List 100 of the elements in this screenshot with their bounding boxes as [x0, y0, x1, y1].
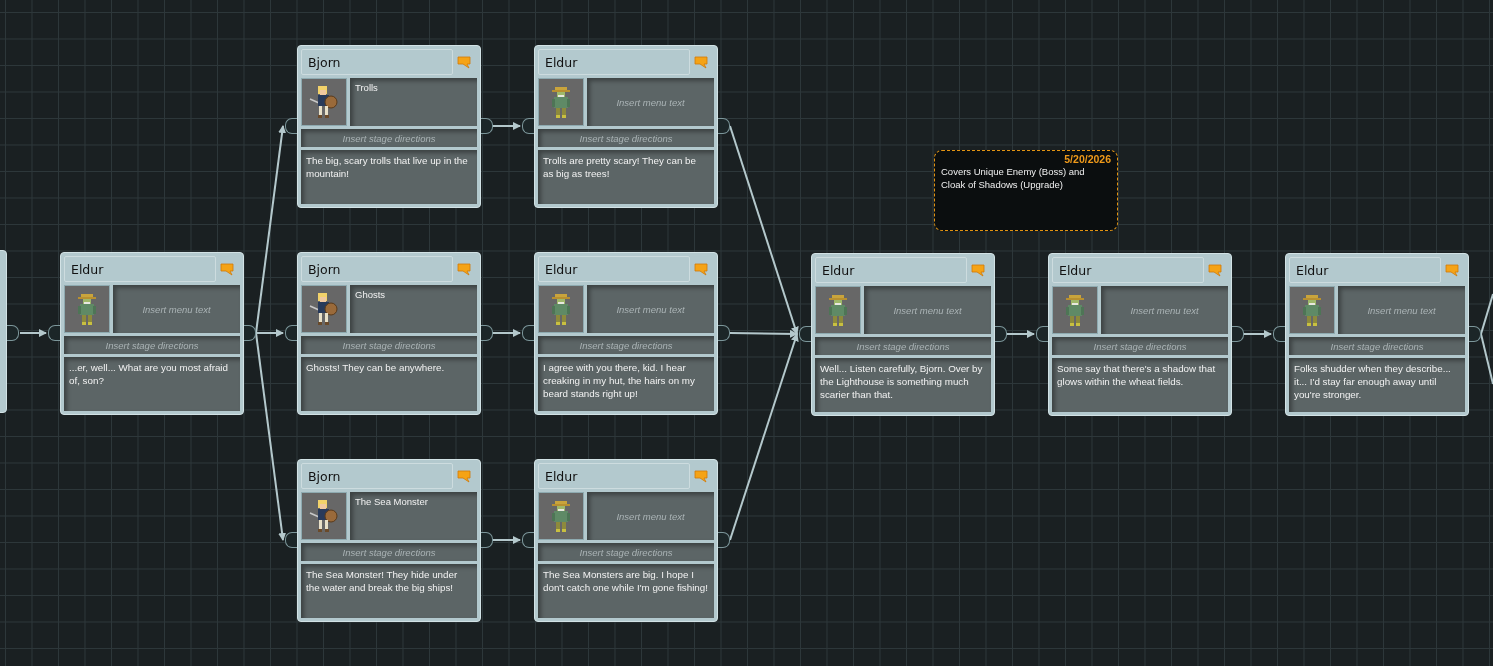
dialogue-text-field[interactable]: Ghosts! They can be anywhere. — [301, 357, 477, 411]
warrior-drawing — [308, 498, 340, 534]
dialogue-node[interactable]: Bjorn Trolls Insert stage directions The big, scary trolls that live up in the mountain! — [297, 45, 481, 208]
menu-text-field[interactable]: Insert menu text — [113, 285, 240, 333]
portrait-tile[interactable] — [64, 285, 110, 333]
portrait-tile[interactable] — [301, 285, 347, 333]
dialogue-node[interactable]: Eldur Insert menu text Insert stage directions The Sea Monsters are big. I hope I don't catch one while I'm gone fishing! — [534, 459, 718, 622]
speaker-field[interactable]: Eldur — [538, 49, 690, 75]
stage-directions-field[interactable]: Insert stage directions — [301, 336, 477, 354]
connector-arrow — [1006, 330, 1035, 338]
input-port[interactable] — [799, 326, 811, 342]
connector-arrow — [492, 329, 521, 337]
dialogue-text-field[interactable]: Well... Listen carefully, Bjorn. Over by the Lighthouse is something much scarier than that. — [815, 358, 991, 412]
output-port[interactable] — [995, 326, 1007, 342]
note-text: Covers Unique Enemy (Boss) and Cloak of Shadows (Upgrade) — [941, 165, 1086, 191]
menu-text-field[interactable]: Insert menu text — [864, 286, 991, 334]
stage-directions-field[interactable]: Insert stage directions — [538, 129, 714, 147]
output-port[interactable] — [718, 118, 730, 134]
stage-directions-field[interactable]: Insert stage directions — [301, 543, 477, 561]
connector-arrow — [492, 536, 521, 544]
menu-text-field[interactable]: Insert menu text — [587, 78, 714, 126]
dialogue-node[interactable]: Eldur Insert menu text Insert stage directions ...er, well... What are you most afraid of, son? — [60, 252, 244, 415]
input-port[interactable] — [522, 532, 534, 548]
portrait-tile[interactable] — [1052, 286, 1098, 334]
output-port[interactable] — [481, 325, 493, 341]
warrior-drawing — [308, 84, 340, 120]
menu-text-field[interactable]: Ghosts — [350, 285, 477, 333]
dialogue-node[interactable]: Bjorn The Sea Monster Insert stage directions The Sea Monster! They hide under the water and break the big ships! — [297, 459, 481, 622]
portrait-tile[interactable] — [301, 492, 347, 540]
menu-text-field[interactable]: Insert menu text — [587, 492, 714, 540]
input-port[interactable] — [522, 325, 534, 341]
old-man-drawing — [76, 292, 98, 326]
output-port[interactable] — [481, 118, 493, 134]
input-port[interactable] — [285, 325, 297, 341]
old-man-drawing — [827, 293, 849, 327]
portrait-tile[interactable] — [538, 78, 584, 126]
speaker-field[interactable]: Eldur — [815, 257, 967, 283]
output-port[interactable] — [7, 325, 19, 341]
speaker-field[interactable]: Eldur — [1052, 257, 1204, 283]
speaker-field[interactable]: Bjorn — [301, 49, 453, 75]
connector-arrow — [19, 329, 47, 337]
output-port[interactable] — [481, 532, 493, 548]
input-port[interactable] — [48, 325, 60, 341]
input-port[interactable] — [1273, 326, 1285, 342]
dialogue-node[interactable]: Eldur Insert menu text Insert stage directions I agree with you there, kid. I hear creaking in my hut, the hairs on my beard stands right up! — [534, 252, 718, 415]
connector-arrow — [492, 122, 521, 130]
old-man-drawing — [550, 499, 572, 533]
speaker-field[interactable]: Eldur — [538, 463, 690, 489]
output-port[interactable] — [1469, 326, 1481, 342]
input-port[interactable] — [285, 532, 297, 548]
old-man-drawing — [550, 292, 572, 326]
dialogue-node[interactable]: Eldur Insert menu text Insert stage directions Well... Listen carefully, Bjorn. Over by the Lighthouse is something much scarier than that. — [811, 253, 995, 416]
stage-directions-field[interactable]: Insert stage directions — [538, 336, 714, 354]
portrait-tile[interactable] — [815, 286, 861, 334]
portrait-tile[interactable] — [301, 78, 347, 126]
dialogue-text-field[interactable]: Folks shudder when they describe... it... I'd stay far enough away until you're stronger. — [1289, 358, 1465, 412]
stage-directions-field[interactable]: Insert stage directions — [1289, 337, 1465, 355]
dialogue-text-field[interactable]: Some say that there's a shadow that glows within the wheat fields. — [1052, 358, 1228, 412]
menu-text-field[interactable]: The Sea Monster — [350, 492, 477, 540]
dialogue-text-field[interactable]: The Sea Monster! They hide under the water and break the big ships! — [301, 564, 477, 618]
menu-text-field[interactable]: Insert menu text — [1101, 286, 1228, 334]
dialogue-text-field[interactable]: I agree with you there, kid. I hear creaking in my hut, the hairs on my beard stands right up! — [538, 357, 714, 411]
menu-text-field[interactable]: Insert menu text — [587, 285, 714, 333]
speaker-field[interactable]: Eldur — [538, 256, 690, 282]
speaker-field[interactable]: Bjorn — [301, 463, 453, 489]
output-port[interactable] — [244, 325, 256, 341]
output-port[interactable] — [1232, 326, 1244, 342]
output-port[interactable] — [718, 532, 730, 548]
stage-directions-field[interactable]: Insert stage directions — [1052, 337, 1228, 355]
dialogue-text-field[interactable]: The Sea Monsters are big. I hope I don't catch one while I'm gone fishing! — [538, 564, 714, 618]
input-port[interactable] — [285, 118, 297, 134]
stage-directions-field[interactable]: Insert stage directions — [538, 543, 714, 561]
dialogue-text-field[interactable]: Trolls are pretty scary! They can be as big as trees! — [538, 150, 714, 204]
output-port[interactable] — [718, 325, 730, 341]
input-port[interactable] — [522, 118, 534, 134]
portrait-tile[interactable] — [538, 285, 584, 333]
dialogue-text-field[interactable]: ...er, well... What are you most afraid of, son? — [64, 357, 240, 411]
comment-note[interactable]: 5/20/2026 Covers Unique Enemy (Boss) and Cloak of Shadows (Upgrade) — [934, 150, 1118, 231]
dialogue-node[interactable]: Eldur Insert menu text Insert stage directions Some say that there's a shadow that glows within the wheat fields. — [1048, 253, 1232, 416]
portrait-tile[interactable] — [538, 492, 584, 540]
note-date: 5/20/2026 — [1063, 153, 1111, 165]
menu-text-field[interactable]: Insert menu text — [1338, 286, 1465, 334]
old-man-drawing — [550, 85, 572, 119]
speaker-field[interactable]: Bjorn — [301, 256, 453, 282]
portrait-tile[interactable] — [1289, 286, 1335, 334]
warrior-drawing — [308, 291, 340, 327]
stage-directions-field[interactable]: Insert stage directions — [815, 337, 991, 355]
old-man-drawing — [1301, 293, 1323, 327]
dialogue-node[interactable]: Eldur Insert menu text Insert stage directions Trolls are pretty scary! They can be as big as trees! — [534, 45, 718, 208]
old-man-drawing — [1064, 293, 1086, 327]
stage-directions-field[interactable]: Insert stage directions — [64, 336, 240, 354]
dialogue-node[interactable]: Eldur Insert menu text Insert stage directions Folks shudder when they describe... it... I'd stay far enough away until you're stronger. — [1285, 253, 1469, 416]
input-port[interactable] — [1036, 326, 1048, 342]
speaker-field[interactable]: Eldur — [64, 256, 216, 282]
stage-directions-field[interactable]: Insert stage directions — [301, 129, 477, 147]
dialogue-text-field[interactable]: The big, scary trolls that live up in the mountain! — [301, 150, 477, 204]
speaker-field[interactable]: Eldur — [1289, 257, 1441, 283]
connector-arrow — [1243, 330, 1272, 338]
menu-text-field[interactable]: Trolls — [350, 78, 477, 126]
dialogue-node[interactable]: Bjorn Ghosts Insert stage directions Ghosts! They can be anywhere. — [297, 252, 481, 415]
